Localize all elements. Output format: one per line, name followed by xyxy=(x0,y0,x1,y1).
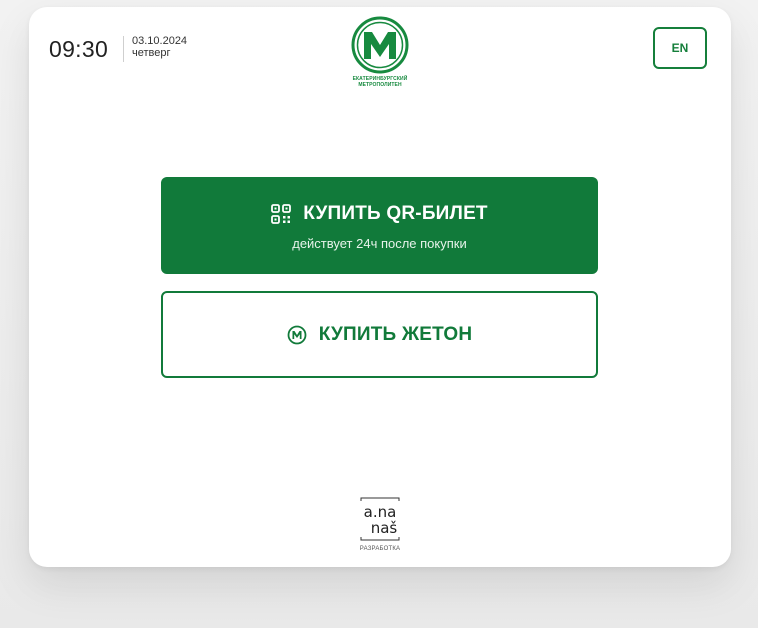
metro-logo: ЕКАТЕРИНБУРГСКИЙ МЕТРОПОЛИТЕН xyxy=(346,15,414,95)
date-block: 03.10.2024 четверг xyxy=(132,35,187,59)
developer-logo-line2: naš xyxy=(371,519,398,537)
ananas-logo-icon: a.na naš xyxy=(360,497,400,541)
qr-button-subtitle: действует 24ч после покупки xyxy=(292,236,467,251)
developer-label: РАЗРАБОТКА xyxy=(359,546,401,552)
developer-logo: a.na naš xyxy=(355,497,405,541)
metro-logo-caption: ЕКАТЕРИНБУРГСКИЙ МЕТРОПОЛИТЕН xyxy=(346,76,414,88)
language-button[interactable]: EN xyxy=(653,27,707,69)
kiosk-screen: 09:30 03.10.2024 четверг ЕКАТЕРИНБУРГСКИ… xyxy=(29,7,731,567)
buy-qr-ticket-button[interactable]: КУПИТЬ QR-БИЛЕТ действует 24ч после поку… xyxy=(161,177,598,274)
buy-token-button[interactable]: КУПИТЬ ЖЕТОН xyxy=(161,291,598,378)
token-button-title: КУПИТЬ ЖЕТОН xyxy=(318,323,473,345)
qr-code-icon xyxy=(271,204,292,224)
qr-button-title-row: КУПИТЬ QR-БИЛЕТ xyxy=(161,203,598,225)
time-date-divider xyxy=(123,36,124,62)
current-date: 03.10.2024 xyxy=(132,35,188,47)
metro-m-logo-icon xyxy=(351,16,409,74)
current-weekday: четверг xyxy=(132,47,171,59)
clock-time: 09:30 xyxy=(49,36,109,62)
metro-logo-line2: МЕТРОПОЛИТЕН xyxy=(358,82,402,88)
metro-token-icon xyxy=(287,325,307,344)
qr-button-title: КУПИТЬ QR-БИЛЕТ xyxy=(303,203,488,224)
